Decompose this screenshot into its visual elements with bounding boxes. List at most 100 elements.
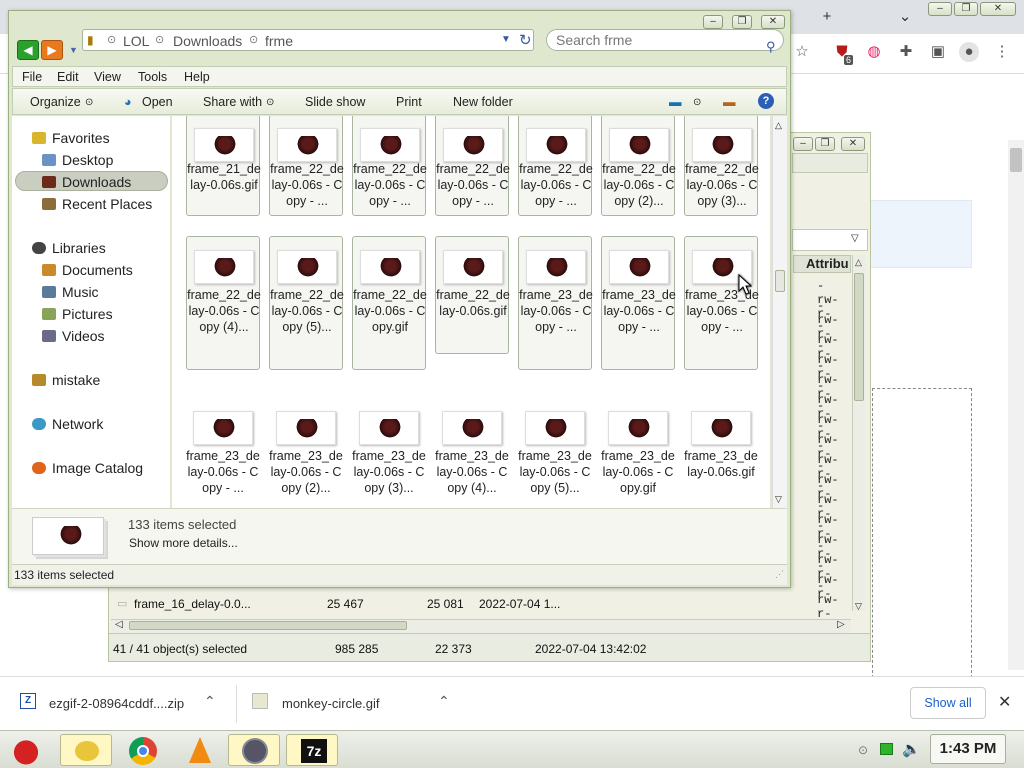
file-tile[interactable]: frame_23_delay-0.06s - Copy - ... [518, 236, 593, 370]
file-tile[interactable]: frame_22_delay-0.06s.gif [435, 236, 510, 354]
fm-close-button[interactable]: ✕ [841, 137, 865, 151]
nav-videos[interactable]: Videos [42, 328, 105, 344]
menu-help[interactable]: Help [184, 70, 210, 84]
scroll-down-icon[interactable]: ▽ [775, 494, 782, 505]
new-folder-button[interactable]: New folder [453, 95, 513, 109]
fm-row-name[interactable]: frame_16_delay-0.0... [134, 597, 251, 611]
file-tile[interactable]: frame_23_delay-0.06s - Copy (5)... [518, 398, 592, 508]
share-dropdown-icon[interactable]: ⊙ [266, 97, 274, 108]
browser-close-button[interactable]: ✕ [980, 2, 1016, 16]
tab-search-chevron-icon[interactable]: ⌄ [895, 7, 915, 27]
file-tile[interactable]: frame_22_delay-0.06s - Copy (2)... [601, 116, 676, 216]
forward-arrow-icon[interactable]: ▶ [41, 40, 63, 60]
file-tile[interactable]: frame_21_delay-0.06s.gif [186, 116, 261, 216]
preview-pane-icon[interactable]: ▬ [723, 95, 736, 109]
file-tile[interactable]: frame_22_delay-0.06s - Copy (5)... [269, 236, 344, 370]
fm-scroll-up-icon[interactable]: △ [855, 257, 862, 268]
breadcrumb-item-frme[interactable]: frme [265, 33, 293, 49]
view-dropdown-icon[interactable]: ⊙ [693, 97, 701, 108]
file-tile[interactable]: frame_23_delay-0.06s.gif [684, 398, 758, 508]
fm-filter-dropdown-icon[interactable]: ▽ [851, 233, 859, 244]
menu-view[interactable]: View [94, 70, 121, 84]
taskbar-7zip-icon[interactable]: 7z [286, 734, 338, 766]
fm-scroll-thumb[interactable] [854, 273, 864, 401]
file-tile[interactable]: frame_23_delay-0.06s - Copy (4)... [435, 398, 509, 508]
nav-libraries[interactable]: Libraries [32, 240, 106, 256]
browser-maximize-button[interactable]: ❐ [954, 2, 978, 16]
taskbar-vlc-icon[interactable] [172, 734, 224, 766]
print-button[interactable]: Print [396, 95, 422, 109]
file-tile[interactable]: frame_23_delay-0.06s - Copy - ... [186, 398, 260, 508]
slide-show-button[interactable]: Slide show [305, 95, 365, 109]
taskbar-explorer-icon[interactable] [60, 734, 112, 766]
fm-scroll-down-icon[interactable]: ▽ [855, 601, 862, 612]
side-panel-icon[interactable]: ▣ [928, 42, 948, 62]
help-icon[interactable]: ? [758, 93, 774, 109]
refresh-icon[interactable]: ↻ [519, 31, 532, 49]
nav-music[interactable]: Music [42, 284, 99, 300]
nav-favorites[interactable]: Favorites [32, 130, 110, 146]
fm-maximize-button[interactable]: ❐ [815, 137, 835, 151]
minimize-button[interactable]: – [703, 15, 723, 29]
menu-tools[interactable]: Tools [138, 70, 167, 84]
file-tile[interactable]: frame_23_delay-0.06s - Copy (3)... [352, 398, 426, 508]
tray-network-icon[interactable] [880, 743, 893, 755]
nav-recent-places[interactable]: Recent Places [42, 196, 152, 212]
nav-mistake[interactable]: mistake [32, 372, 100, 388]
grid-scrollbar[interactable]: △ ▽ [772, 116, 787, 508]
tray-expand-icon[interactable]: ⊙ [858, 743, 868, 757]
breadcrumb-item-downloads[interactable]: Downloads [173, 33, 242, 49]
search-icon[interactable]: ⚲ [766, 39, 776, 55]
menu-edit[interactable]: Edit [57, 70, 79, 84]
downloads-close-icon[interactable]: ✕ [998, 692, 1011, 712]
extensions-puzzle-icon[interactable]: ✚ [896, 42, 916, 62]
nav-network[interactable]: Network [32, 416, 103, 432]
file-tile[interactable]: frame_23_delay-0.06s - Copy - ... [601, 236, 676, 370]
share-with-button[interactable]: Share with [203, 95, 262, 109]
file-tile[interactable]: frame_22_delay-0.06s - Copy - ... [518, 116, 593, 216]
page-scrollbar[interactable] [1008, 140, 1024, 670]
nav-desktop[interactable]: Desktop [42, 152, 113, 168]
organize-dropdown-icon[interactable]: ⊙ [85, 97, 93, 108]
file-tile[interactable]: frame_23_delay-0.06s - Copy - ... [684, 236, 759, 370]
download-chevron-icon[interactable]: ⌃ [438, 693, 450, 710]
address-bar[interactable]: ▮ ⊙ LOL ⊙ Downloads ⊙ frme ▼ ↻ [82, 29, 534, 51]
fm-hscroll-thumb[interactable] [129, 621, 407, 630]
maximize-button[interactable]: ❐ [732, 15, 752, 29]
file-tile[interactable]: frame_23_delay-0.06s - Copy (2)... [269, 398, 343, 508]
search-input[interactable]: Search frme [546, 29, 784, 51]
fm-scroll-left-icon[interactable]: ◁ [115, 619, 123, 630]
page-scroll-thumb[interactable] [1010, 148, 1022, 172]
history-dropdown-icon[interactable]: ▼ [69, 45, 78, 55]
fm-minimize-button[interactable]: – [793, 137, 813, 151]
close-button[interactable]: ✕ [761, 15, 785, 29]
fm-attributes-header[interactable]: Attribu [793, 255, 851, 273]
grid-scroll-thumb[interactable] [775, 270, 785, 292]
view-options-icon[interactable]: ▬ [669, 95, 682, 109]
resize-grip-icon[interactable]: ⋰ [775, 569, 784, 580]
nav-pictures[interactable]: Pictures [42, 306, 113, 322]
taskbar-chrome-icon[interactable] [116, 734, 168, 766]
browser-menu-icon[interactable]: ⋮ [992, 42, 1012, 62]
breadcrumb-item-lol[interactable]: LOL [123, 33, 149, 49]
back-arrow-icon[interactable]: ◀ [17, 40, 39, 60]
nav-downloads[interactable]: Downloads [42, 174, 131, 190]
organize-button[interactable]: Organize [30, 95, 81, 109]
browser-minimize-button[interactable]: – [928, 2, 952, 16]
open-button[interactable]: Open [142, 95, 173, 109]
taskbar-app-icon[interactable] [228, 734, 280, 766]
profile-avatar-icon[interactable]: ● [959, 42, 979, 62]
download-item-gif[interactable]: monkey-circle.gif [282, 696, 380, 711]
download-item-zip[interactable]: ezgif-2-08964cddf....zip [49, 696, 184, 711]
file-tile[interactable]: frame_22_delay-0.06s - Copy - ... [435, 116, 510, 216]
show-all-button[interactable]: Show all [910, 687, 986, 719]
new-tab-button[interactable]: + [816, 7, 838, 27]
file-tile[interactable]: frame_22_delay-0.06s - Copy (3)... [684, 116, 759, 216]
file-tile[interactable]: frame_22_delay-0.06s - Copy.gif [352, 236, 427, 370]
file-tile[interactable]: frame_22_delay-0.06s - Copy - ... [352, 116, 427, 216]
show-more-details-link[interactable]: Show more details... [129, 536, 238, 550]
nav-image-catalog[interactable]: Image Catalog [32, 460, 143, 476]
menu-file[interactable]: File [22, 70, 42, 84]
tray-volume-icon[interactable]: 🔈 [902, 740, 921, 758]
extension-circle-icon[interactable]: ◍ [864, 42, 884, 62]
